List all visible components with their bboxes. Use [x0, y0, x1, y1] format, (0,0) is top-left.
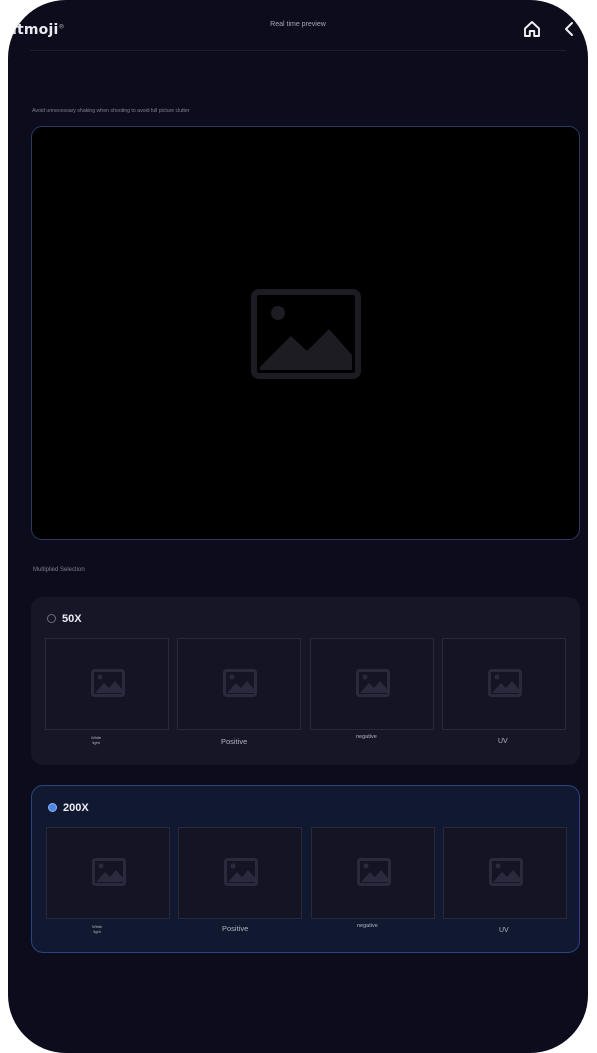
radio-50x[interactable]	[47, 614, 56, 623]
mode-thumbnail	[177, 638, 301, 730]
mode-positive[interactable]: Positive	[177, 638, 304, 746]
image-icon	[489, 858, 523, 886]
image-icon	[356, 669, 390, 697]
mode-thumbnail	[45, 638, 169, 730]
shooting-hint: Avoid unnecessary shaking when shooting …	[32, 108, 190, 114]
mode-label: White light	[92, 924, 103, 934]
mode-white-light[interactable]: White light	[45, 638, 172, 745]
section-label: Multiplied Selection	[33, 567, 85, 573]
mode-label: UV	[499, 927, 509, 934]
mode-label: Positive	[221, 737, 248, 746]
image-icon	[223, 669, 257, 697]
header-divider	[30, 50, 566, 51]
mode-thumbnail	[46, 827, 170, 919]
magnification-card-200x[interactable]: 200X White light Positive negative UV	[31, 785, 580, 953]
mode-white-light[interactable]: White light	[46, 827, 173, 934]
radio-200x[interactable]	[48, 803, 57, 812]
magnification-card-50x[interactable]: 50X White light Positive negative UV	[31, 597, 580, 765]
mode-label: negative	[356, 734, 377, 740]
back-button[interactable]	[561, 20, 575, 38]
image-icon	[224, 858, 258, 886]
image-icon	[92, 858, 126, 886]
top-bar: itmoji® Real time preview	[8, 0, 588, 50]
mode-thumbnail	[310, 638, 434, 730]
image-icon	[488, 669, 522, 697]
home-button[interactable]	[521, 18, 543, 40]
mode-thumbnail	[442, 638, 566, 730]
mode-uv[interactable]: UV	[442, 638, 569, 745]
home-icon	[524, 21, 540, 37]
mode-label: negative	[357, 923, 378, 929]
mode-label: UV	[498, 738, 508, 745]
mode-thumbnail	[311, 827, 435, 919]
mode-thumbnail	[443, 827, 567, 919]
mode-positive[interactable]: Positive	[178, 827, 305, 933]
mode-negative[interactable]: negative	[311, 827, 438, 929]
mode-uv[interactable]: UV	[443, 827, 570, 934]
image-placeholder-icon	[251, 289, 361, 379]
mode-thumbnail	[178, 827, 302, 919]
image-icon	[91, 669, 125, 697]
mode-label: Positive	[222, 924, 249, 933]
page-title: Real time preview	[270, 21, 326, 28]
magnification-label: 200X	[63, 802, 89, 814]
image-icon	[357, 858, 391, 886]
live-preview	[31, 126, 580, 540]
mode-negative[interactable]: negative	[310, 638, 437, 740]
magnification-label: 50X	[62, 613, 82, 625]
chevron-left-icon	[565, 22, 573, 36]
mode-label: White light	[91, 735, 102, 745]
app-screen: itmoji® Real time preview Avoid unnecess…	[8, 0, 588, 1053]
